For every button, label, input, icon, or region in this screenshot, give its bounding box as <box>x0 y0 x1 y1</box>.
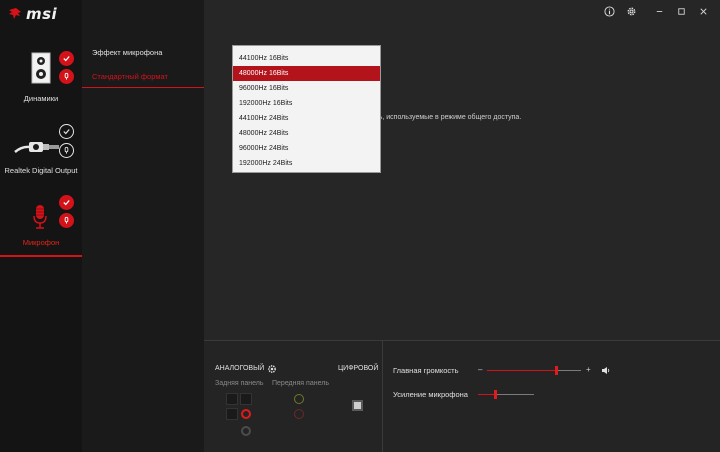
volume-plus[interactable]: + <box>586 365 591 374</box>
format-option[interactable]: 96000Hz 24Bits <box>233 141 380 156</box>
device-microphone[interactable]: Микрофон <box>0 190 82 257</box>
jack-settings-gear-icon[interactable] <box>267 364 277 374</box>
default-comm-mic-icon[interactable] <box>59 69 74 84</box>
spdif-jack-icon[interactable] <box>352 400 363 411</box>
set-default-check-icon[interactable] <box>59 124 74 139</box>
sample-format-dropdown[interactable]: 44100Hz 16Bits 48000Hz 16Bits 96000Hz 16… <box>232 45 381 173</box>
device-label: Динамики <box>23 94 59 103</box>
main-volume-fill <box>487 370 557 371</box>
minimize-icon <box>656 10 662 12</box>
format-option[interactable]: 44100Hz 24Bits <box>233 111 380 126</box>
microphone-device-icon <box>33 205 47 229</box>
device-speakers[interactable]: Динамики <box>0 44 82 108</box>
main-volume-label: Главная громкость <box>393 366 459 375</box>
front-headphone-jack-icon[interactable] <box>294 394 304 404</box>
device-digital-output[interactable]: Realtek Digital Output <box>0 120 82 180</box>
rear-jack-slot[interactable] <box>240 393 252 405</box>
format-description: сть, используемые в режиме общего доступ… <box>372 114 522 121</box>
speaker-mute-icon[interactable] <box>601 366 611 375</box>
rear-mic-jack-icon[interactable] <box>241 409 251 419</box>
format-option[interactable]: 96000Hz 16Bits <box>233 81 380 96</box>
mic-boost-label: Усиление микрофона <box>393 390 468 399</box>
format-option[interactable]: 192000Hz 16Bits <box>233 96 380 111</box>
front-mic-jack-icon[interactable] <box>294 409 304 419</box>
menu-item-default-format[interactable]: Стандартный формат <box>82 66 204 88</box>
speaker-device-icon <box>31 52 51 84</box>
default-comm-mic-icon[interactable] <box>59 213 74 228</box>
mic-boost-slider[interactable] <box>494 390 497 399</box>
app-window: msi Динамики Realtek Digital Output Микр… <box>0 0 720 452</box>
dragon-icon <box>9 8 21 19</box>
device-sidebar: msi Динамики Realtek Digital Output Микр… <box>0 0 82 452</box>
main-volume-slider[interactable] <box>555 366 558 375</box>
panel-divider <box>382 341 383 452</box>
close-button[interactable] <box>692 3 714 19</box>
maximize-button[interactable] <box>670 3 692 19</box>
format-option-selected[interactable]: 48000Hz 16Bits <box>233 66 380 81</box>
volume-minus[interactable]: – <box>478 365 482 374</box>
close-icon <box>699 7 707 15</box>
gear-icon <box>627 7 635 15</box>
format-option[interactable]: 48000Hz 24Bits <box>233 126 380 141</box>
rear-jack-slot[interactable] <box>226 393 238 405</box>
front-panel-label: Передняя панель <box>272 380 329 387</box>
analog-title: АНАЛОГОВЫЙ <box>215 365 265 372</box>
settings-menu: Эффект микрофона Стандартный формат <box>82 0 204 452</box>
info-button[interactable] <box>598 3 620 19</box>
brand-wordmark: msi <box>26 5 58 23</box>
mic-boost-track <box>496 394 534 395</box>
default-device-check-icon[interactable] <box>59 51 74 66</box>
device-label: Микрофон <box>22 238 60 247</box>
set-comm-mic-icon[interactable] <box>59 143 74 158</box>
digital-title: ЦИФРОВОЙ <box>338 365 379 372</box>
info-icon <box>603 5 615 17</box>
device-label: Realtek Digital Output <box>4 166 78 175</box>
digital-cable-icon <box>14 142 59 153</box>
maximize-icon <box>677 7 685 15</box>
settings-button[interactable] <box>620 3 642 19</box>
format-option[interactable]: 44100Hz 16Bits <box>233 51 380 66</box>
menu-item-mic-effect[interactable]: Эффект микрофона <box>82 42 204 64</box>
rear-jack-slot[interactable] <box>226 408 238 420</box>
default-device-check-icon[interactable] <box>59 195 74 210</box>
rear-panel-label: Задняя панель <box>215 380 264 387</box>
format-option[interactable]: 192000Hz 24Bits <box>233 156 380 171</box>
main-volume-track <box>557 370 581 371</box>
window-controls <box>598 3 714 19</box>
rear-jack-ring-icon[interactable] <box>241 426 251 436</box>
minimize-button[interactable] <box>648 3 670 19</box>
msi-logo: msi <box>8 5 58 23</box>
